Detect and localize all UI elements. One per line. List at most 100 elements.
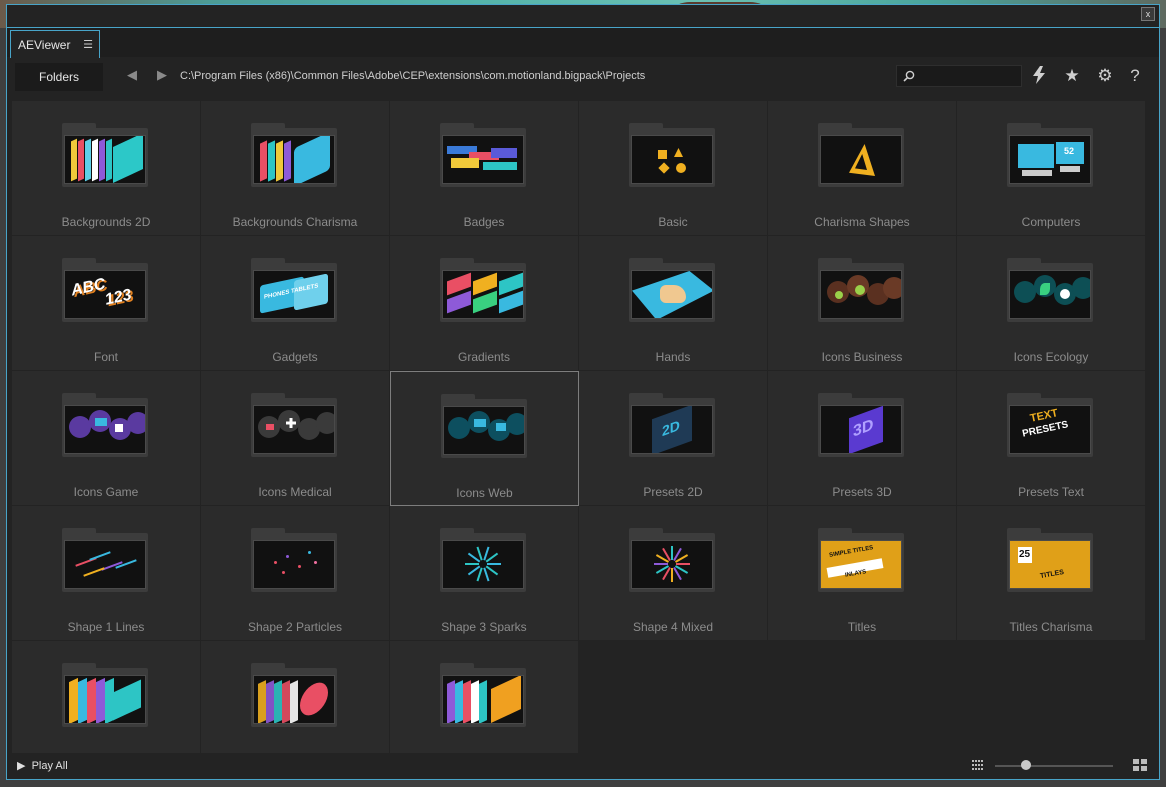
folder-label: Shape 3 Sparks: [441, 620, 527, 634]
folder-icon: PHONES TABLETS: [251, 258, 337, 322]
folder-icon: 25 TITLES: [1007, 528, 1093, 592]
folder-tile[interactable]: Basic: [579, 101, 768, 236]
folder-label: Titles Charisma: [1009, 620, 1093, 634]
folder-tile[interactable]: SIMPLE TITLES INLAYS Titles: [768, 506, 957, 641]
preset-text-line2: PRESETS: [1021, 419, 1070, 440]
folder-label: Icons Medical: [258, 485, 332, 499]
folder-icon: ABC 123: [62, 258, 148, 322]
folder-icon: [629, 258, 715, 322]
folder-label: Gradients: [457, 350, 511, 364]
folder-icon: 52: [1007, 123, 1093, 187]
folder-tile[interactable]: Hands: [579, 236, 768, 371]
play-all-label: Play All: [31, 760, 68, 772]
search-icon: [903, 70, 915, 82]
folder-label: Icons Web: [456, 486, 513, 500]
folder-icon: [629, 123, 715, 187]
folder-tile[interactable]: TEXT PRESETS Presets Text: [957, 371, 1146, 506]
hamburger-menu-icon[interactable]: ☰: [83, 38, 93, 51]
folder-icon: [629, 528, 715, 592]
folder-label: Icons Business: [821, 350, 903, 364]
toolbar: Folders ◀ ▶ C:\Program Files (x86)\Commo…: [7, 59, 1159, 95]
folder-icon: [440, 258, 526, 322]
folder-tile[interactable]: Backgrounds 2D: [12, 101, 201, 236]
folder-icon: SIMPLE TITLES INLAYS: [818, 528, 904, 592]
folder-label: Backgrounds 2D: [61, 215, 151, 229]
play-all-button[interactable]: ▶ Play All: [17, 759, 68, 772]
folder-label: Titles: [847, 620, 877, 634]
folder-label: Font: [93, 350, 118, 364]
folder-thumbnail: [253, 540, 335, 589]
gear-icon[interactable]: ⚙: [1095, 66, 1115, 86]
close-window-button[interactable]: x: [1141, 7, 1155, 21]
forward-arrow-icon[interactable]: ▶: [157, 67, 167, 83]
folder-icon: [62, 663, 148, 727]
folder-thumbnail: [820, 270, 902, 319]
folder-grid: Backgrounds 2D Backgrounds Charisma Badg…: [12, 101, 1146, 776]
folder-tile[interactable]: Charisma Shapes: [768, 101, 957, 236]
folder-thumbnail: TEXT PRESETS: [1009, 405, 1091, 454]
folder-tile[interactable]: Icons Ecology: [957, 236, 1146, 371]
folders-button[interactable]: Folders: [15, 63, 103, 91]
tab-aeviewer[interactable]: AEViewer ☰: [10, 30, 100, 58]
folder-tile[interactable]: Icons Web: [390, 371, 579, 506]
folder-thumbnail: [442, 540, 524, 589]
folder-tile[interactable]: Backgrounds Charisma: [201, 101, 390, 236]
folder-tile[interactable]: 3D Presets 3D: [768, 371, 957, 506]
folder-icon: [62, 393, 148, 457]
folder-label: Basic: [658, 215, 688, 229]
folder-icon: [818, 123, 904, 187]
folder-icon: 2D: [629, 393, 715, 457]
folder-label: Icons Ecology: [1013, 350, 1089, 364]
folder-tile[interactable]: Shape 2 Particles: [201, 506, 390, 641]
titles-charisma-number: 25: [1019, 549, 1031, 560]
folder-label: Shape 1 Lines: [67, 620, 145, 634]
thumbnail-size-slider[interactable]: [995, 765, 1113, 767]
folder-icon: [818, 258, 904, 322]
folder-icon: [1007, 258, 1093, 322]
folder-tile[interactable]: Badges: [390, 101, 579, 236]
folder-label: Gadgets: [272, 350, 318, 364]
folder-thumbnail: [253, 135, 335, 184]
folder-tile[interactable]: Gradients: [390, 236, 579, 371]
folder-tile[interactable]: Icons Medical: [201, 371, 390, 506]
folder-icon: [251, 123, 337, 187]
slider-handle[interactable]: [1020, 760, 1031, 770]
folder-icon: [251, 393, 337, 457]
folder-label: Shape 2 Particles: [247, 620, 343, 634]
folder-thumbnail: 25 TITLES: [1009, 540, 1091, 589]
folder-thumbnail: [253, 675, 335, 724]
aeviewer-window: x AEViewer ☰ Folders ◀ ▶ C:\Program File…: [6, 4, 1160, 780]
folder-icon: [440, 663, 526, 727]
folder-tile[interactable]: Shape 4 Mixed: [579, 506, 768, 641]
folder-thumbnail: [820, 135, 902, 184]
lightning-icon[interactable]: [1029, 66, 1049, 86]
folder-thumbnail: SIMPLE TITLES INLAYS: [820, 540, 902, 589]
star-icon[interactable]: ★: [1062, 66, 1082, 86]
folder-tile[interactable]: PHONES TABLETS Gadgets: [201, 236, 390, 371]
back-arrow-icon[interactable]: ◀: [127, 67, 137, 83]
folder-thumbnail: PHONES TABLETS: [253, 270, 335, 319]
folder-label: Icons Game: [73, 485, 139, 499]
folder-icon: TEXT PRESETS: [1007, 393, 1093, 457]
folder-icon: [251, 528, 337, 592]
folder-icon: 3D: [818, 393, 904, 457]
folder-tile[interactable]: ABC 123 Font: [12, 236, 201, 371]
folder-tile[interactable]: Shape 3 Sparks: [390, 506, 579, 641]
folder-tile[interactable]: 2D Presets 2D: [579, 371, 768, 506]
font-123-text: 123: [103, 286, 134, 309]
folder-tile[interactable]: Shape 1 Lines: [12, 506, 201, 641]
folder-tile[interactable]: 52 Computers: [957, 101, 1146, 236]
folder-thumbnail: [64, 405, 146, 454]
folder-thumbnail: [442, 135, 524, 184]
folder-tile[interactable]: Icons Game: [12, 371, 201, 506]
folder-tile[interactable]: 25 TITLES Titles Charisma: [957, 506, 1146, 641]
grid-large-icon[interactable]: [1133, 759, 1147, 771]
status-bar: ▶ Play All: [7, 753, 1159, 779]
help-icon[interactable]: ?: [1125, 66, 1145, 86]
search-input[interactable]: [896, 65, 1022, 87]
folder-tile[interactable]: Icons Business: [768, 236, 957, 371]
folder-label: Presets 3D: [832, 485, 892, 499]
folder-label: Computers: [1021, 215, 1081, 229]
folder-thumbnail: [443, 406, 525, 455]
grid-small-icon[interactable]: [972, 760, 984, 770]
